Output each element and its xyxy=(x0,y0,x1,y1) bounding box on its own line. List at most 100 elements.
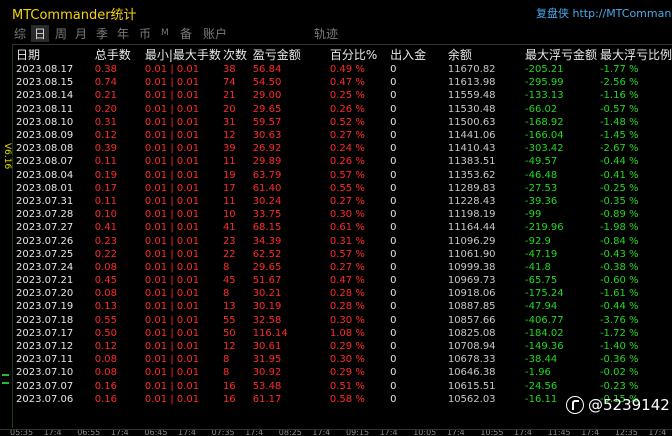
cell-min-max-lots: 0.01 | 0.01 xyxy=(144,341,200,353)
cell-pnl: 54.50 xyxy=(252,77,282,89)
cell-balance: 11198.19 xyxy=(447,209,496,221)
cell-percent: 0.47 % xyxy=(329,275,365,287)
cell-date: 2023.07.31 xyxy=(16,195,74,207)
cell-count: 8 xyxy=(222,367,230,379)
cell-min-max-lots: 0.01 | 0.01 xyxy=(144,90,200,102)
tab-account[interactable]: 账户 xyxy=(203,25,227,42)
table-row[interactable]: 2023.08.08 0.39 0.01 | 0.01 39 26.92 0.24 % 0 1… xyxy=(14,142,672,155)
table-row[interactable]: 2023.08.14 0.21 0.01 | 0.01 21 29.00 0.25 % 0 1… xyxy=(14,89,672,102)
header-min-max-lots[interactable]: 最小|最大手数 xyxy=(143,46,221,63)
cell-date: 2023.07.11 xyxy=(16,354,74,366)
header-date[interactable]: 日期 xyxy=(14,46,93,63)
header-count[interactable]: 次数 xyxy=(221,46,251,63)
header-max-float-pct[interactable]: 最大浮亏比例 xyxy=(598,46,672,63)
time-axis-tick: 09:15 xyxy=(346,429,370,436)
cell-max-float-pct: -3.76 % xyxy=(599,314,639,326)
header-total-lots[interactable]: 总手数 xyxy=(93,46,143,63)
table-row[interactable]: 2023.07.21 0.45 0.01 | 0.01 45 51.67 0.47 % 0 1… xyxy=(14,274,672,287)
cell-min-max-lots: 0.01 | 0.01 xyxy=(144,314,200,326)
cell-min-max-lots: 0.01 | 0.01 xyxy=(144,222,200,234)
cell-percent: 0.57 % xyxy=(329,248,365,260)
cell-percent: 0.51 % xyxy=(329,380,365,392)
table-row[interactable]: 2023.08.09 0.12 0.01 | 0.01 12 30.63 0.27 % 0 1… xyxy=(14,129,672,142)
cell-pnl: 29.00 xyxy=(252,90,282,102)
cell-max-float-loss: -47.94 xyxy=(525,301,558,313)
cell-pnl: 30.19 xyxy=(252,301,282,313)
cell-total-lots: 0.41 xyxy=(94,222,117,234)
watermark: @5239142 xyxy=(566,396,670,414)
time-axis-tick: 05:35 xyxy=(10,429,34,436)
table-row[interactable]: 2023.08.07 0.11 0.01 | 0.01 11 29.89 0.26 % 0 1… xyxy=(14,155,672,168)
cell-count: 31 xyxy=(222,116,236,128)
cell-balance: 10887.85 xyxy=(447,301,496,313)
cell-max-float-loss: -38.44 xyxy=(525,354,558,366)
table-row[interactable]: 2023.07.31 0.11 0.01 | 0.01 11 30.24 0.27 % 0 1… xyxy=(14,195,672,208)
time-axis-tick: 11:45 xyxy=(547,429,571,436)
table-row[interactable]: 2023.07.25 0.22 0.01 | 0.01 22 62.52 0.57 % 0 1… xyxy=(14,248,672,261)
table-row[interactable]: 2023.07.12 0.12 0.01 | 0.01 12 30.61 0.29 % 0 1… xyxy=(14,340,672,353)
header-percent[interactable]: 百分比% xyxy=(328,46,388,63)
cell-deposit: 0 xyxy=(390,195,397,207)
cell-balance: 11559.48 xyxy=(447,90,496,102)
cell-count: 38 xyxy=(222,64,236,76)
table-row[interactable]: 2023.08.10 0.31 0.01 | 0.01 31 59.57 0.52 % 0 1… xyxy=(14,116,672,129)
table-row[interactable]: 2023.08.01 0.17 0.01 | 0.01 17 61.40 0.55 % 0 1… xyxy=(14,182,672,195)
cell-max-float-pct: -0.43 % xyxy=(599,248,639,260)
tab-notes[interactable]: 备 xyxy=(180,25,192,42)
cell-percent: 0.58 % xyxy=(329,393,365,405)
header-balance[interactable]: 余额 xyxy=(446,46,523,63)
table-row[interactable]: 2023.07.11 0.08 0.01 | 0.01 8 31.95 0.30 % 0 10… xyxy=(14,353,672,366)
cell-max-float-loss: -92.9 xyxy=(525,235,551,247)
time-axis: 05:35 17:4 06:55 17:4 06:45 17:4 07:35 17:4 08:2… xyxy=(0,429,672,436)
cell-count: 16 xyxy=(222,380,236,392)
cell-percent: 0.49 % xyxy=(329,64,365,76)
table-row[interactable]: 2023.07.24 0.08 0.01 | 0.01 8 29.65 0.27 % 0 10… xyxy=(14,261,672,274)
table-row[interactable]: 2023.07.20 0.08 0.01 | 0.01 8 30.21 0.28 % 0 10… xyxy=(14,287,672,300)
table-row[interactable]: 2023.08.11 0.20 0.01 | 0.01 20 29.65 0.26 % 0 1… xyxy=(14,103,672,116)
tab-trajectory[interactable]: 轨迹 xyxy=(314,25,338,42)
table-row[interactable]: 2023.07.27 0.41 0.01 | 0.01 41 68.15 0.61 % 0 1… xyxy=(14,221,672,234)
cell-max-float-pct: -0.84 % xyxy=(599,235,639,247)
cell-count: 39 xyxy=(222,143,236,155)
cell-pnl: 116.14 xyxy=(252,327,288,339)
cell-percent: 0.29 % xyxy=(329,367,365,379)
cell-total-lots: 0.45 xyxy=(94,275,117,287)
replay-link[interactable]: 复盘侠 http://MTCommander xyxy=(536,5,672,21)
header-pnl[interactable]: 盈亏金额 xyxy=(251,46,328,63)
cell-balance: 11530.48 xyxy=(447,103,496,115)
tab-week[interactable]: 周 xyxy=(55,25,67,42)
table-row[interactable]: 2023.07.28 0.10 0.01 | 0.01 10 33.75 0.30 % 0 1… xyxy=(14,208,672,221)
tab-summary[interactable]: 综 xyxy=(14,25,26,42)
tab-month[interactable]: 月 xyxy=(75,25,87,42)
table-row[interactable]: 2023.07.10 0.08 0.01 | 0.01 8 30.92 0.29 % 0 10… xyxy=(14,366,672,379)
cell-max-float-loss: -166.04 xyxy=(525,130,564,142)
tab-day[interactable]: 日 xyxy=(31,25,50,42)
tab-quarter[interactable]: 季 xyxy=(96,25,108,42)
tab-year[interactable]: 年 xyxy=(117,25,129,42)
table-row[interactable]: 2023.07.26 0.23 0.01 | 0.01 23 34.39 0.31 % 0 1… xyxy=(14,234,672,247)
table-row[interactable]: 2023.07.17 0.50 0.01 | 0.01 50 116.14 1.08 % 0… xyxy=(14,327,672,340)
table-row[interactable]: 2023.08.04 0.19 0.01 | 0.01 19 63.79 0.57 % 0 1… xyxy=(14,169,672,182)
cell-max-float-pct: -0.02 % xyxy=(599,367,639,379)
cell-min-max-lots: 0.01 | 0.01 xyxy=(144,248,200,260)
table-row[interactable]: 2023.07.19 0.13 0.01 | 0.01 13 30.19 0.28 % 0 1… xyxy=(14,300,672,313)
tab-m[interactable]: M xyxy=(161,28,169,38)
cell-percent: 0.61 % xyxy=(329,222,365,234)
tab-currency[interactable]: 币 xyxy=(139,25,151,42)
header-deposit[interactable]: 出入金 xyxy=(388,46,446,63)
cell-balance: 11410.43 xyxy=(447,143,496,155)
time-axis-tick: 12:35 xyxy=(614,429,638,436)
cell-min-max-lots: 0.01 | 0.01 xyxy=(144,275,200,287)
table-row[interactable]: 2023.07.18 0.55 0.01 | 0.01 55 32.58 0.30 % 0 1… xyxy=(14,314,672,327)
cell-max-float-pct: -2.67 % xyxy=(599,143,639,155)
cell-count: 19 xyxy=(222,169,236,181)
cell-percent: 0.26 % xyxy=(329,103,365,115)
cell-max-float-pct: -2.56 % xyxy=(599,77,639,89)
cell-min-max-lots: 0.01 | 0.01 xyxy=(144,169,200,181)
cell-max-float-pct: -0.35 % xyxy=(599,195,639,207)
header-max-float-loss[interactable]: 最大浮亏金额 xyxy=(523,46,598,63)
table-row[interactable]: 2023.07.07 0.16 0.01 | 0.01 16 53.48 0.51 % 0 1… xyxy=(14,380,672,393)
table-row[interactable]: 2023.08.15 0.74 0.01 | 0.01 74 54.50 0.47 % 0 1… xyxy=(14,76,672,89)
cell-deposit: 0 xyxy=(390,248,397,260)
table-row[interactable]: 2023.08.17 0.38 0.01 | 0.01 38 56.84 0.49 % 0 1… xyxy=(14,63,672,76)
